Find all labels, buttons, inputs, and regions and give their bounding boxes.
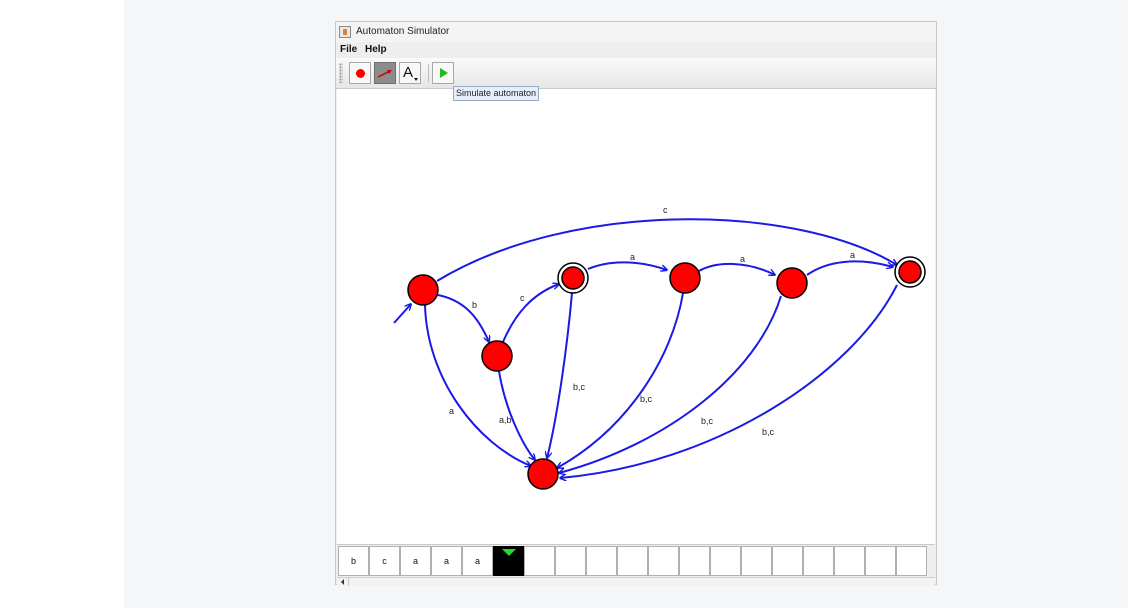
transition-q4-q6[interactable] — [559, 295, 782, 473]
tooltip: Simulate automaton — [453, 86, 540, 101]
state-q4[interactable] — [776, 267, 808, 299]
automaton-diagram[interactable]: c b a c a,b a b,c a b,c a b,c b,c — [337, 89, 935, 544]
state-q5[interactable] — [898, 260, 922, 284]
red-dot-icon — [356, 69, 365, 78]
transition-label[interactable]: a — [850, 250, 855, 260]
letter-a-icon: A — [403, 64, 414, 81]
transition-q0-q1[interactable] — [437, 294, 489, 342]
tape-head-cell[interactable] — [493, 546, 524, 576]
tape-cell[interactable] — [555, 546, 586, 576]
transition-q2-q6[interactable] — [547, 292, 573, 458]
transition-label[interactable]: b,c — [701, 416, 714, 426]
transition-label[interactable]: a — [630, 252, 635, 262]
transition-q0-q5[interactable] — [436, 218, 897, 282]
simulate-button[interactable] — [432, 62, 454, 84]
play-icon — [440, 68, 448, 78]
states-layer — [407, 256, 926, 490]
transition-label[interactable]: a — [449, 406, 454, 416]
tape-head-icon — [502, 549, 516, 556]
tape-cell[interactable] — [834, 546, 865, 576]
tape-cell[interactable] — [741, 546, 772, 576]
dropdown-caret-icon — [414, 78, 418, 81]
tape-cell[interactable] — [648, 546, 679, 576]
tape-cell[interactable] — [803, 546, 834, 576]
window-title: Automaton Simulator — [356, 26, 450, 37]
transition-q1-q2[interactable] — [502, 284, 559, 343]
state-q6[interactable] — [527, 458, 559, 490]
state-q2[interactable] — [561, 266, 585, 290]
transition-q3-q4[interactable] — [698, 263, 775, 275]
tape-scrollbar[interactable] — [337, 577, 935, 586]
title-bar: Automaton Simulator — [336, 22, 936, 43]
transition-label[interactable]: b — [472, 300, 477, 310]
tape-cell[interactable] — [617, 546, 648, 576]
tape-cell[interactable] — [896, 546, 927, 576]
tape-cell[interactable] — [865, 546, 896, 576]
toolbar-separator — [428, 64, 429, 82]
transition-q5-q6[interactable] — [560, 284, 898, 478]
tape-cell[interactable] — [586, 546, 617, 576]
automaton-canvas[interactable]: c b a c a,b a b,c a b,c a b,c b,c — [337, 89, 935, 544]
tape-cell[interactable] — [524, 546, 555, 576]
transition-label[interactable]: c — [520, 293, 525, 303]
java-cup-icon — [339, 26, 351, 38]
transition-q4-q5[interactable] — [806, 260, 893, 276]
tape-cell[interactable] — [679, 546, 710, 576]
transition-label[interactable]: a — [740, 254, 745, 264]
transition-label[interactable]: b,c — [762, 427, 775, 437]
menu-help[interactable]: Help — [365, 44, 387, 55]
toolbar-grip[interactable] — [339, 63, 343, 83]
transition-label[interactable]: c — [663, 205, 668, 215]
add-transition-button[interactable] — [374, 62, 396, 84]
arrow-icon — [377, 70, 392, 78]
state-q0[interactable] — [407, 274, 439, 306]
initial-state-arrow — [393, 304, 411, 324]
add-label-button[interactable]: A — [399, 62, 421, 84]
transition-q3-q6[interactable] — [557, 292, 684, 468]
tape-cell[interactable]: a — [400, 546, 431, 576]
input-tape: bcaaa — [337, 544, 935, 586]
scroll-left-icon[interactable] — [338, 578, 349, 586]
state-q1[interactable] — [481, 340, 513, 372]
tape-cell[interactable]: b — [338, 546, 369, 576]
menu-file[interactable]: File — [340, 44, 357, 55]
transition-q2-q3[interactable] — [587, 261, 667, 270]
toolbar: A — [336, 58, 936, 89]
transition-label[interactable]: a,b — [499, 415, 512, 425]
transition-label[interactable]: b,c — [573, 382, 586, 392]
state-q3[interactable] — [669, 262, 701, 294]
tape-cell[interactable]: c — [369, 546, 400, 576]
transitions-layer: c b a c a,b a b,c a b,c a b,c b,c — [393, 205, 898, 478]
tape-cell[interactable]: a — [462, 546, 493, 576]
tape-cell[interactable] — [710, 546, 741, 576]
tape-cell[interactable] — [772, 546, 803, 576]
app-window: Automaton Simulator File Help A Simulate… — [335, 21, 937, 586]
transition-label[interactable]: b,c — [640, 394, 653, 404]
transition-q0-q6[interactable] — [424, 304, 531, 466]
add-state-button[interactable] — [349, 62, 371, 84]
menu-bar: File Help — [336, 42, 936, 58]
tape-cell[interactable]: a — [431, 546, 462, 576]
